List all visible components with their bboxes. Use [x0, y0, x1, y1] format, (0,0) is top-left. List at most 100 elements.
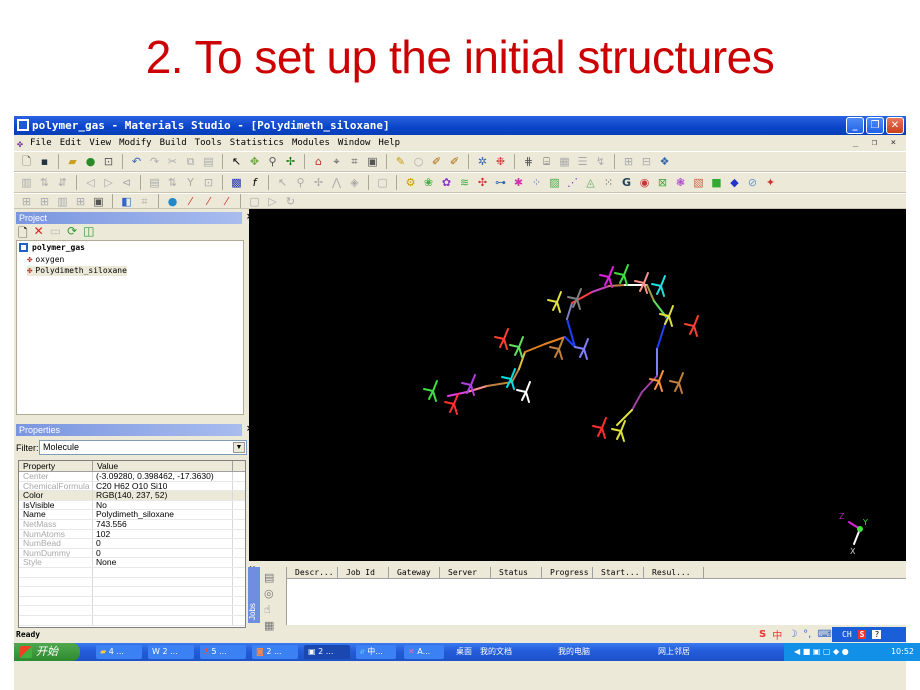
help-icon[interactable]: ? — [872, 630, 882, 639]
module-target-icon[interactable]: ◉ — [638, 176, 651, 189]
tray-icons[interactable]: ◀ ■ ▣ ▢ ◆ ● — [794, 647, 849, 656]
jobs-tab[interactable]: Jobs — [248, 567, 260, 623]
3d-viewport[interactable]: Z Y X — [249, 209, 906, 561]
methyl-bond[interactable] — [470, 374, 476, 386]
methyl-bond[interactable] — [620, 420, 626, 432]
methyl-bond[interactable] — [432, 380, 438, 392]
methyl-bond[interactable] — [634, 280, 645, 284]
property-row[interactable]: NumBead 0 — [19, 539, 245, 549]
punct-icon[interactable]: °, — [803, 629, 811, 640]
play-icon[interactable]: ▷ — [266, 195, 279, 208]
property-row[interactable]: Center (-3.09280, 0.398462, -17.3630) — [19, 472, 245, 482]
cut-icon[interactable]: ✂ — [166, 155, 179, 168]
job-hand-icon[interactable]: ☝ — [264, 603, 278, 616]
erase-icon[interactable]: ◈ — [348, 176, 361, 189]
menu-build[interactable]: Build — [160, 135, 187, 151]
module-10-icon[interactable]: ◬ — [584, 176, 597, 189]
methyl-bond[interactable] — [623, 274, 628, 286]
job-details-icon[interactable]: ▤ — [264, 571, 278, 584]
methyl-bond[interactable] — [574, 346, 585, 350]
house-icon[interactable]: ⌂ — [312, 155, 325, 168]
script-icon[interactable]: ▢ — [248, 195, 261, 208]
window-icon[interactable]: ⊡ — [102, 155, 115, 168]
methyl-bond[interactable] — [668, 305, 674, 317]
menu-window[interactable]: Window — [338, 135, 371, 151]
table-d-icon[interactable]: ⊞ — [74, 195, 87, 208]
job-stop-icon[interactable]: ◎ — [264, 587, 278, 600]
module-3-icon[interactable]: ≋ — [458, 176, 471, 189]
menu-file[interactable]: File — [30, 135, 52, 151]
backbone-bond[interactable] — [591, 285, 610, 293]
menu-statistics[interactable]: Statistics — [230, 135, 284, 151]
methyl-bond[interactable] — [558, 348, 563, 360]
methyl-bond[interactable] — [494, 336, 505, 340]
methyl-bond[interactable] — [449, 403, 455, 413]
module-15-icon[interactable]: ■ — [710, 176, 723, 189]
methyl-bond[interactable] — [597, 427, 603, 437]
globe-icon[interactable]: ● — [84, 155, 97, 168]
methyl-bond[interactable] — [549, 346, 560, 350]
sphere-icon[interactable]: ● — [166, 195, 179, 208]
jobs-column-header[interactable]: Server — [440, 567, 491, 578]
taskbar-folder-group[interactable]: ▰ 4 ... — [96, 645, 142, 659]
methyl-bond[interactable] — [579, 348, 585, 358]
sogou-tray-icon[interactable]: S — [857, 630, 867, 639]
label-icon[interactable]: ✐ — [448, 155, 461, 168]
stop-icon[interactable]: ↻ — [284, 195, 297, 208]
lattice-icon[interactable]: ⊞ — [622, 155, 635, 168]
select-arrow-icon[interactable]: ↖ — [230, 155, 243, 168]
methyl-bond[interactable] — [583, 338, 589, 350]
pointer-icon[interactable]: ↖ — [276, 176, 289, 189]
module-g-icon[interactable]: G — [620, 176, 633, 189]
bond-2-icon[interactable]: ⁄ — [202, 195, 215, 208]
property-row[interactable]: NetMass 743.556 — [19, 519, 245, 530]
pencil-icon[interactable]: ✎ — [394, 155, 407, 168]
taskbar-pdf-group[interactable]: ⅄ 5 ... — [200, 645, 246, 659]
methyl-bond[interactable] — [453, 403, 458, 415]
module-11-icon[interactable]: ⁙ — [602, 176, 615, 189]
module-16-icon[interactable]: ◆ — [728, 176, 741, 189]
bars-icon[interactable]: ☰ — [576, 155, 589, 168]
methyl-bond[interactable] — [525, 391, 530, 403]
methyl-bond[interactable] — [651, 283, 662, 287]
menu-edit[interactable]: Edit — [60, 135, 82, 151]
filter-select[interactable]: Molecule ▼ — [39, 440, 247, 455]
network-link[interactable]: 网上邻居 — [654, 645, 690, 659]
cell-icon[interactable]: ⊟ — [640, 155, 653, 168]
module-6-icon[interactable]: ✱ — [512, 176, 525, 189]
module-12-icon[interactable]: ⊠ — [656, 176, 669, 189]
cleanup-icon[interactable]: ✲ — [476, 155, 489, 168]
molecule-icon[interactable]: ❉ — [494, 155, 507, 168]
copy-icon[interactable]: ⧉ — [184, 155, 197, 168]
methyl-bond[interactable] — [674, 382, 680, 392]
keyboard-icon[interactable]: ⌨ — [817, 629, 831, 640]
menu-modify[interactable]: Modify — [119, 135, 152, 151]
restore-button[interactable]: ❐ — [866, 117, 884, 134]
methyl-bond[interactable] — [444, 401, 455, 405]
property-row[interactable]: Name Polydimeth_siloxane — [19, 510, 245, 520]
open-icon[interactable]: ▰ — [66, 155, 79, 168]
methyl-bond[interactable] — [423, 388, 434, 392]
jobs-column-header[interactable]: Job Id — [338, 567, 389, 578]
property-row[interactable]: Style None — [19, 558, 245, 568]
sogou-icon[interactable]: S — [759, 629, 766, 640]
menu-tools[interactable]: Tools — [195, 135, 222, 151]
methyl-bond[interactable] — [521, 391, 527, 401]
methyl-bond[interactable] — [432, 390, 437, 402]
methyl-bond[interactable] — [604, 276, 610, 286]
property-row[interactable]: NumDummy 0 — [19, 548, 245, 559]
chart-icon[interactable]: ↯ — [594, 155, 607, 168]
methyl-bond[interactable] — [616, 430, 622, 440]
methyl-bond[interactable] — [518, 336, 524, 348]
methyl-bond[interactable] — [525, 381, 531, 393]
taskbar-ie[interactable]: ℯ 中... — [356, 645, 396, 659]
methyl-bond[interactable] — [599, 274, 610, 278]
redo-icon[interactable]: ↷ — [148, 155, 161, 168]
methyl-bond[interactable] — [501, 376, 512, 380]
prev-icon[interactable]: ◁ — [84, 176, 97, 189]
module-18-icon[interactable]: ✦ — [764, 176, 777, 189]
taskbar-ppt-group[interactable]: ◙ 2 ... — [252, 645, 298, 659]
methyl-bond[interactable] — [659, 313, 670, 317]
translate-icon[interactable]: ✢ — [284, 155, 297, 168]
table-c-icon[interactable]: ▥ — [56, 195, 69, 208]
